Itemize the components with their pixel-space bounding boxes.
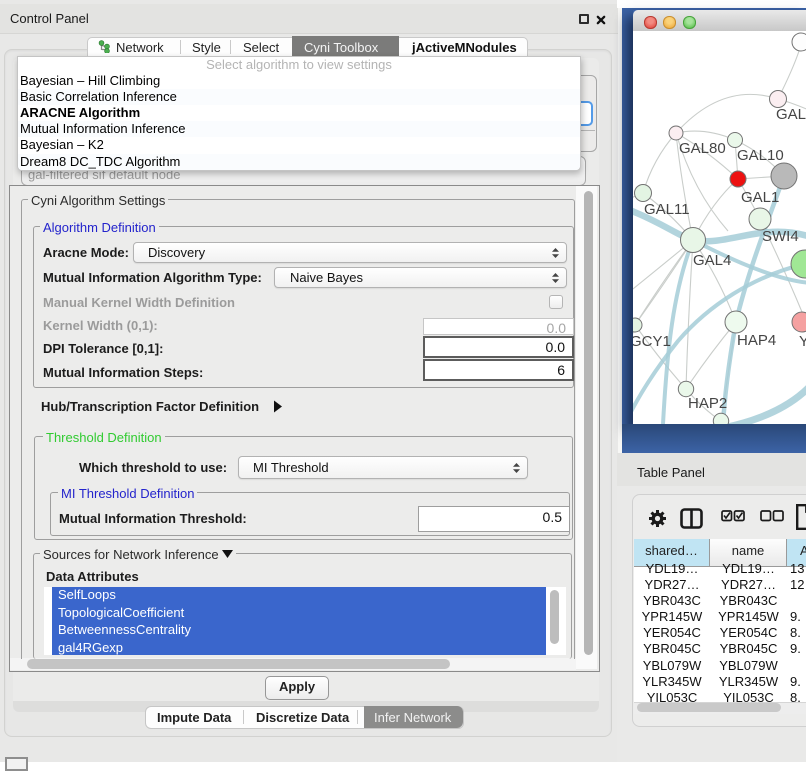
svg-text:GAL4: GAL4: [693, 252, 731, 269]
svg-text:GAL80: GAL80: [679, 140, 726, 157]
svg-text:Y: Y: [799, 333, 806, 350]
svg-text:HAP2: HAP2: [688, 395, 727, 412]
svg-text:GAL10: GAL10: [737, 147, 784, 164]
svg-text:GAL11: GAL11: [644, 201, 690, 218]
svg-text:GAL1: GAL1: [741, 189, 779, 206]
svg-text:SWI4: SWI4: [762, 228, 799, 245]
svg-text:GAL7: GAL7: [776, 106, 806, 123]
svg-text:HAP4: HAP4: [737, 332, 776, 349]
svg-text:GCY1: GCY1: [633, 333, 671, 350]
